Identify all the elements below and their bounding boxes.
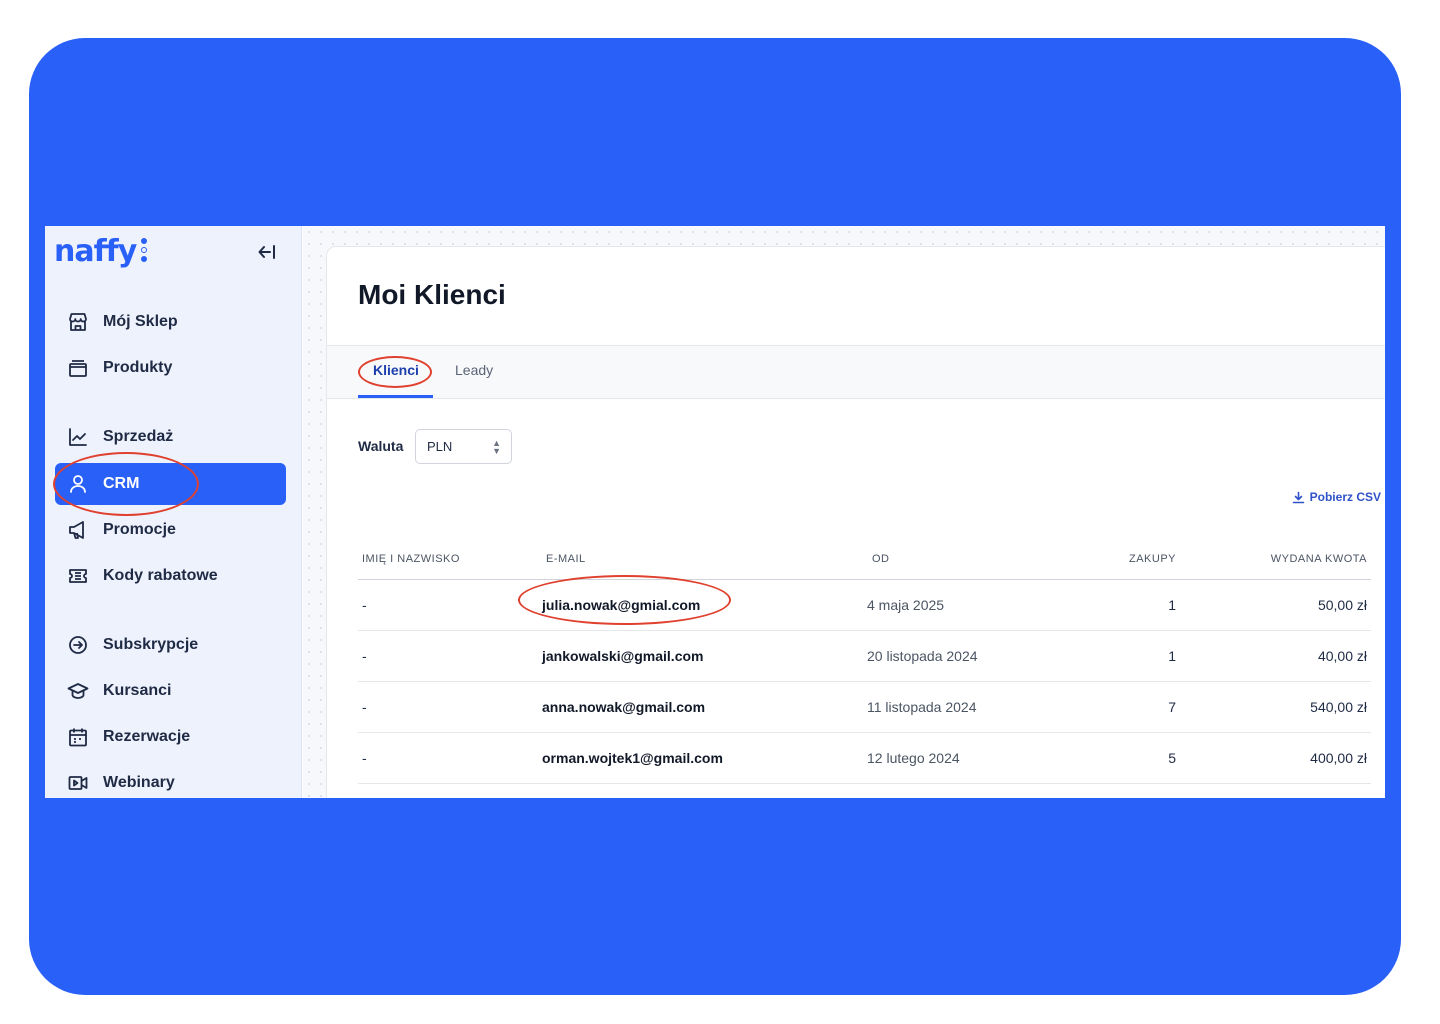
download-icon (1292, 491, 1304, 503)
sidebar-item-sprzedaz[interactable]: Sprzedaż (55, 416, 286, 458)
cell-since: 11 listopada 2024 (867, 699, 977, 715)
sidebar-item-label: Sprzedaż (103, 428, 174, 445)
collapse-sidebar-button[interactable] (255, 240, 279, 264)
page-title: Moi Klienci (358, 279, 506, 310)
cell-purchases: 1 (1168, 648, 1176, 664)
table-header: IMIĘ I NAZWISKO E-MAIL OD ZAKUPY WYDANA … (358, 547, 1371, 580)
cell-email[interactable]: jankowalski@gmail.com (542, 648, 704, 664)
subscription-icon (67, 634, 89, 656)
logo: naffy (54, 234, 137, 269)
sidebar-item-promocje[interactable]: Promocje (55, 509, 286, 551)
arrow-left-bar-icon (258, 245, 275, 259)
store-icon (67, 311, 89, 333)
sidebar-item-kody-rabatowe[interactable]: Kody rabatowe (55, 555, 286, 597)
column-header-since[interactable]: OD (872, 553, 890, 565)
logo-dots-icon (141, 238, 149, 264)
table-row[interactable]: - jankowalski@gmail.com 20 listopada 202… (358, 631, 1371, 682)
currency-label: Waluta (358, 438, 404, 454)
sidebar-item-label: Subskrypcje (103, 636, 199, 653)
user-icon (67, 473, 89, 495)
cell-amount: 400,00 zł (1310, 750, 1367, 766)
column-header-amount[interactable]: WYDANA KWOTA (1271, 553, 1367, 565)
cell-email[interactable]: orman.wojtek1@gmail.com (542, 750, 723, 766)
cell-amount: 40,00 zł (1317, 648, 1367, 664)
currency-select[interactable]: PLN ▲ ▼ (415, 429, 512, 464)
calendar-icon (67, 726, 89, 748)
table-row[interactable]: - julia.nowak@gmial.com 4 maja 2025 1 50… (358, 575, 1371, 631)
customers-card: Moi Klienci Klienci Leady Waluta PLN ▲ ▼ … (326, 246, 1385, 798)
sidebar-item-label: Kursanci (103, 682, 172, 699)
sidebar: naffy Mój Sklep Produkty Sprzedaż CRM Pr… (45, 226, 302, 798)
folder-icon (67, 357, 89, 379)
cell-since: 12 lutego 2024 (867, 750, 960, 766)
cell-purchases: 1 (1168, 597, 1176, 613)
video-icon (67, 772, 89, 794)
sidebar-item-label: Webinary (103, 774, 175, 791)
download-csv-link[interactable]: Pobierz CSV (1292, 490, 1381, 504)
sidebar-item-subskrypcje[interactable]: Subskrypcje (55, 624, 286, 666)
cell-since: 20 listopada 2024 (867, 648, 978, 664)
column-header-purchases[interactable]: ZAKUPY (1129, 553, 1176, 565)
cell-email[interactable]: julia.nowak@gmial.com (542, 597, 700, 613)
cell-email[interactable]: anna.nowak@gmail.com (542, 699, 705, 715)
cell-amount: 50,00 zł (1317, 597, 1367, 613)
table-row[interactable]: - orman.wojtek1@gmail.com 12 lutego 2024… (358, 733, 1371, 784)
currency-value: PLN (427, 439, 453, 454)
column-header-name[interactable]: IMIĘ I NAZWISKO (362, 553, 460, 565)
sidebar-item-label: Promocje (103, 521, 176, 538)
cell-name: - (362, 699, 367, 715)
customers-table: IMIĘ I NAZWISKO E-MAIL OD ZAKUPY WYDANA … (358, 547, 1371, 784)
sidebar-item-label: Mój Sklep (103, 313, 178, 330)
megaphone-icon (67, 519, 89, 541)
sidebar-item-label: Produkty (103, 359, 173, 376)
column-header-email[interactable]: E-MAIL (546, 553, 586, 565)
graduation-cap-icon (67, 680, 89, 702)
ticket-icon (67, 565, 89, 587)
cell-name: - (362, 597, 367, 613)
sidebar-item-produkty[interactable]: Produkty (55, 347, 286, 389)
sidebar-item-label: Kody rabatowe (103, 567, 218, 584)
chevron-updown-icon: ▲ ▼ (492, 438, 501, 456)
sidebar-item-label: Rezerwacje (103, 728, 191, 745)
tabs-bar: Klienci Leady (327, 345, 1385, 399)
app-screenshot: naffy Mój Sklep Produkty Sprzedaż CRM Pr… (45, 226, 1385, 798)
cell-name: - (362, 648, 367, 664)
sidebar-item-crm[interactable]: CRM (55, 463, 286, 505)
sidebar-item-webinary[interactable]: Webinary (55, 762, 286, 798)
sidebar-item-label: CRM (103, 475, 140, 492)
chart-line-icon (67, 426, 89, 448)
table-row[interactable]: - anna.nowak@gmail.com 11 listopada 2024… (358, 682, 1371, 733)
download-csv-label: Pobierz CSV (1309, 490, 1381, 504)
sidebar-item-kursanci[interactable]: Kursanci (55, 670, 286, 712)
active-tab-indicator (358, 395, 433, 398)
cell-since: 4 maja 2025 (867, 597, 945, 613)
cell-amount: 540,00 zł (1310, 699, 1367, 715)
sidebar-item-rezerwacje[interactable]: Rezerwacje (55, 716, 286, 758)
cell-name: - (362, 750, 367, 766)
cell-purchases: 7 (1168, 699, 1176, 715)
cell-purchases: 5 (1168, 750, 1176, 766)
tab-leady[interactable]: Leady (455, 362, 493, 378)
sidebar-item-moj-sklep[interactable]: Mój Sklep (55, 301, 286, 343)
tab-klienci[interactable]: Klienci (373, 362, 419, 378)
